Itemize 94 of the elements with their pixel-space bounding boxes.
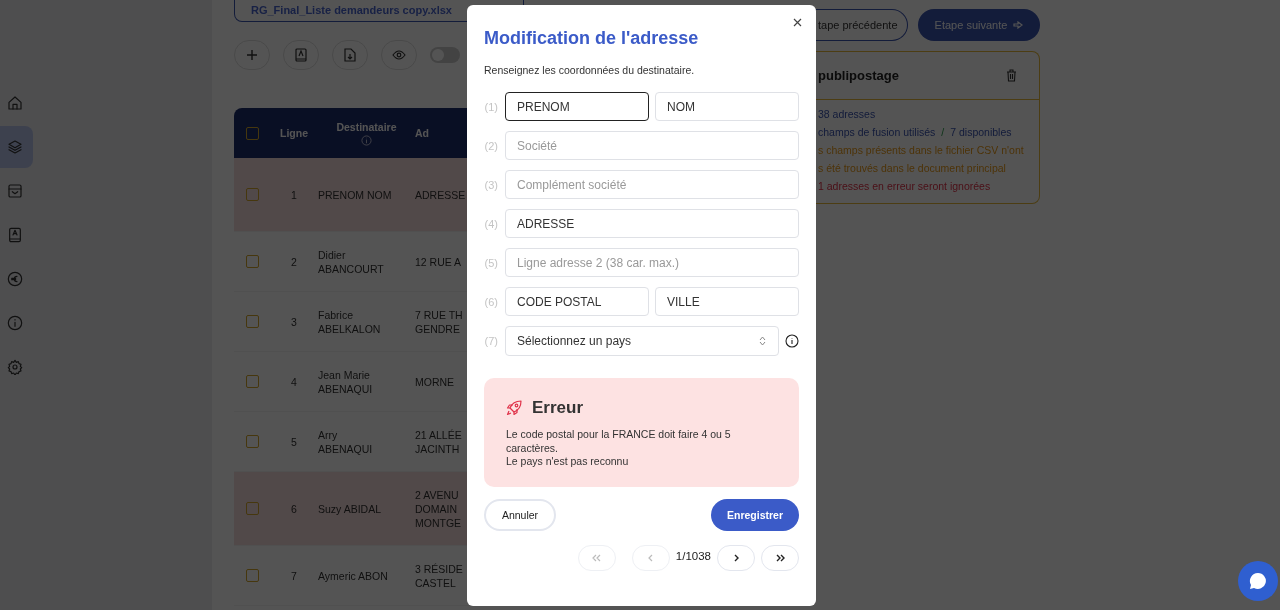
chevron-left-icon xyxy=(648,554,654,562)
table-cell: Jean Marie ABENAQUI xyxy=(318,367,373,396)
column-header: Destinataire xyxy=(336,120,397,133)
summary-text: s été trouvés dans le document principal xyxy=(818,162,1007,175)
settings-icon xyxy=(7,359,23,375)
table-cell: 6 xyxy=(291,501,297,516)
checkbox[interactable] xyxy=(245,569,259,582)
plus-icon xyxy=(246,49,258,61)
table-cell: 2 xyxy=(291,254,297,269)
chevron-right-icon xyxy=(733,554,739,562)
line-number: (1) xyxy=(484,100,498,113)
cancel-button[interactable]: Annuler xyxy=(484,499,556,531)
dialog-title: Modification de l'adresse xyxy=(484,27,700,49)
table-cell: MORNE xyxy=(415,374,455,389)
table-cell: Fabrice ABELKALON xyxy=(318,307,381,336)
summary-text: 1 adresses en erreur seront ignorées xyxy=(818,180,992,193)
summary-text: s champs présents dans le fichier CSV n'ont xyxy=(818,144,1025,157)
info-icon xyxy=(7,315,23,331)
dialog-subtitle: Renseignez les coordonnées du destinataire. xyxy=(484,64,696,76)
summary-text: 7 disponibles xyxy=(950,126,1012,139)
arrow-right-icon xyxy=(1013,21,1024,29)
checkbox[interactable] xyxy=(245,188,259,201)
error-message: Le pays n'est pas reconnu xyxy=(506,455,630,469)
checkbox[interactable] xyxy=(245,502,259,515)
double-chevron-right-icon xyxy=(775,554,785,562)
table-cell: Arry ABENAQUI xyxy=(318,427,373,456)
table-cell: 7 xyxy=(291,568,297,583)
save-button[interactable]: Enregistrer xyxy=(711,499,799,531)
summary-text: 38 adresses xyxy=(818,108,877,121)
checkbox[interactable] xyxy=(245,255,259,268)
layers-icon xyxy=(7,139,23,155)
card-title: publipostage xyxy=(818,68,899,83)
table-cell: 7 RUE TH GENDRE xyxy=(415,307,463,336)
trash-icon[interactable] xyxy=(1006,69,1017,82)
contact-book-icon xyxy=(7,227,23,243)
inbox-icon xyxy=(7,183,23,199)
next-page-button[interactable] xyxy=(717,545,755,571)
line-number: (2) xyxy=(484,139,498,152)
file-import-button[interactable] xyxy=(332,40,368,70)
sort-icon xyxy=(759,336,766,346)
line-number: (6) xyxy=(484,295,498,308)
chat-bubble-icon xyxy=(1248,571,1268,591)
table-cell: 3 RÉSIDE CASTEL xyxy=(415,561,463,590)
double-chevron-left-icon xyxy=(592,554,602,562)
add-button[interactable] xyxy=(234,40,270,70)
input-field[interactable]: VILLE xyxy=(655,287,799,316)
table-cell: Didier ABANCOURT xyxy=(318,247,384,276)
checkbox[interactable] xyxy=(245,435,259,448)
rocket-icon xyxy=(506,400,522,416)
input-field[interactable]: CODE POSTAL xyxy=(505,287,649,316)
table-cell: 1 xyxy=(291,187,297,202)
last-page-button[interactable] xyxy=(761,545,799,571)
error-title: Erreur xyxy=(532,398,584,418)
separator-text: / xyxy=(941,126,945,139)
contact-book-icon xyxy=(295,48,307,62)
checkbox[interactable] xyxy=(245,315,259,328)
line-number: (3) xyxy=(484,178,498,191)
line-number: (5) xyxy=(484,256,498,269)
input-field[interactable]: PRENOM xyxy=(505,92,649,121)
input-field[interactable]: Ligne adresse 2 (38 car. max.) xyxy=(505,248,799,277)
table-cell: 5 xyxy=(291,434,297,449)
table-cell: 12 RUE A xyxy=(415,254,462,269)
input-field[interactable]: NOM xyxy=(655,92,799,121)
contacts-button[interactable] xyxy=(283,40,319,70)
checkbox[interactable] xyxy=(245,375,259,388)
info-icon xyxy=(361,134,372,146)
input-field[interactable]: ADRESSE xyxy=(505,209,799,238)
column-header: Ad xyxy=(415,127,429,139)
table-cell: 4 xyxy=(291,374,297,389)
home-icon xyxy=(7,95,23,111)
error-message: Le code postal pour la FRANCE doit faire 4 ou 5 caractères. xyxy=(506,428,732,455)
table-cell: 21 ALLÉE JACINTH xyxy=(415,427,462,456)
table-cell: PRENOM NOM xyxy=(318,187,392,202)
info-icon[interactable] xyxy=(785,334,799,348)
eye-icon xyxy=(392,50,406,60)
checkbox[interactable] xyxy=(245,126,259,140)
table-cell: Suzy ABIDAL xyxy=(318,501,382,516)
table-cell: Aymeric ABON xyxy=(318,568,388,583)
table-cell: 2 AVENU DOMAIN MONTGE xyxy=(415,487,462,530)
preview-button[interactable] xyxy=(381,40,417,70)
line-number: (4) xyxy=(484,217,498,230)
chat-button[interactable] xyxy=(1238,561,1278,601)
file-icon xyxy=(344,48,356,62)
input-field[interactable]: Société xyxy=(505,131,799,160)
sidebar-item[interactable] xyxy=(0,126,33,168)
table-cell: 3 xyxy=(291,314,297,329)
close-icon[interactable] xyxy=(793,18,802,27)
file-name: RG_Final_Liste demandeurs copy.xlsx xyxy=(251,3,452,16)
column-header: Ligne xyxy=(280,127,308,139)
summary-text: champs de fusion utilisés xyxy=(818,126,936,139)
input-field[interactable]: Complément société xyxy=(505,170,799,199)
table-cell: ADRESSE xyxy=(415,187,466,202)
country-select[interactable]: Sélectionnez un pays xyxy=(505,326,779,356)
page-indicator: 1/1038 xyxy=(675,550,711,562)
